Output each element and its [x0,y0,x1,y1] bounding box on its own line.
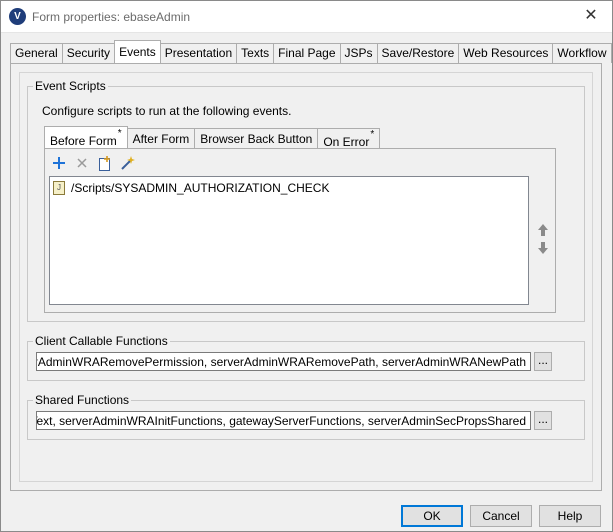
client-callable-group: Client Callable Functions nfig, serverAd… [27,334,585,381]
tab-jsps[interactable]: JSPs [339,43,378,63]
move-up-icon[interactable] [536,223,550,237]
shared-functions-browse-button[interactable]: ... [534,411,552,430]
script-list[interactable]: J /Scripts/SYSADMIN_AUTHORIZATION_CHECK [49,176,529,305]
tab-save-restore[interactable]: Save/Restore [376,43,460,63]
main-tab-bar: General Security Events Presentation Tex… [10,40,612,63]
shared-functions-field[interactable]: PreviewText, serverAdminWRAInitFunctions… [36,411,531,430]
tab-label: Before Form [50,134,117,148]
event-tab-bar: Before Form* After Form Browser Back But… [44,126,381,149]
shared-functions-label: Shared Functions [33,393,132,407]
event-scripts-description: Configure scripts to run at the followin… [42,104,292,118]
form-properties-dialog: V Form properties: ebaseAdmin ✕ General … [0,0,613,532]
shared-functions-group: Shared Functions PreviewText, serverAdmi… [27,393,585,440]
client-callable-label: Client Callable Functions [33,334,170,348]
shared-functions-value: PreviewText, serverAdminWRAInitFunctions… [36,414,526,428]
js-file-icon: J [53,181,65,195]
move-down-icon[interactable] [536,241,550,255]
modified-marker: * [117,128,122,139]
tab-presentation[interactable]: Presentation [159,43,238,63]
tab-label: On Error [323,135,370,149]
modified-marker: * [370,129,375,140]
new-script-icon[interactable] [97,155,113,171]
tab-label: After Form [132,132,190,146]
help-button[interactable]: Help [539,505,601,527]
client-callable-value: nfig, serverAdminWRARemovePermission, se… [37,355,526,369]
event-scripts-group: Event Scripts Configure scripts to run a… [27,79,585,322]
ok-button[interactable]: OK [401,505,463,527]
script-toolbar [51,153,136,173]
tab-events[interactable]: Events [114,40,161,63]
script-name: /Scripts/SYSADMIN_AUTHORIZATION_CHECK [71,181,330,195]
close-icon[interactable]: ✕ [580,5,602,27]
tab-browser-back-button[interactable]: Browser Back Button [194,128,319,148]
tab-after-form[interactable]: After Form [126,128,196,148]
reorder-controls [536,223,550,255]
tab-general[interactable]: General [10,43,63,63]
tab-before-form[interactable]: Before Form* [44,126,128,148]
tab-on-error[interactable]: On Error* [317,128,381,149]
app-icon: V [9,8,26,25]
client-callable-browse-button[interactable]: ... [534,352,552,371]
tab-security[interactable]: Security [61,43,116,63]
tab-workflow[interactable]: Workflow [552,43,612,63]
events-panel: Event Scripts Configure scripts to run a… [10,63,602,491]
window-title: Form properties: ebaseAdmin [32,10,191,24]
event-scripts-label: Event Scripts [33,79,108,93]
tab-web-resources[interactable]: Web Resources [458,43,554,63]
tab-final-page[interactable]: Final Page [273,43,341,63]
tab-texts[interactable]: Texts [236,43,275,63]
tab-label: Browser Back Button [200,132,313,146]
cancel-button[interactable]: Cancel [470,505,532,527]
title-bar: V Form properties: ebaseAdmin ✕ [1,1,612,33]
list-item[interactable]: J /Scripts/SYSADMIN_AUTHORIZATION_CHECK [53,180,329,196]
events-content: Event Scripts Configure scripts to run a… [19,72,593,482]
delete-icon[interactable] [74,155,90,171]
client-callable-field[interactable]: nfig, serverAdminWRARemovePermission, se… [36,352,531,371]
wizard-icon[interactable] [120,155,136,171]
before-form-panel: J /Scripts/SYSADMIN_AUTHORIZATION_CHECK [44,148,556,313]
add-icon[interactable] [51,155,67,171]
